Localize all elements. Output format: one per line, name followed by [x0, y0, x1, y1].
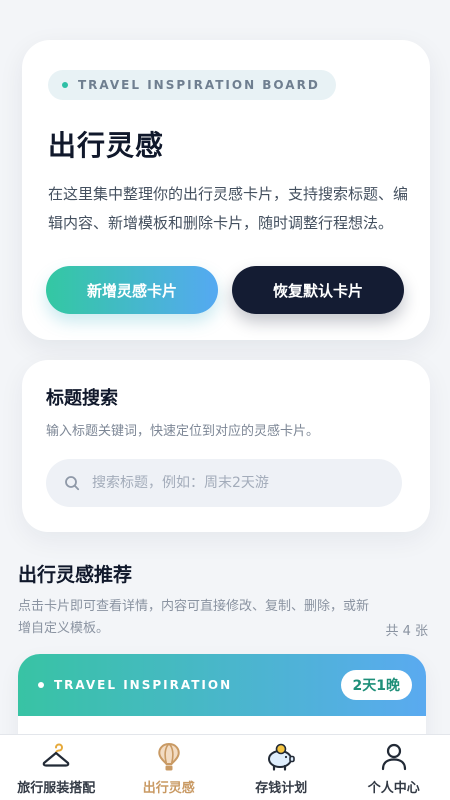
label-dot-icon [38, 682, 44, 688]
main-scroll-area[interactable]: TRAVEL INSPIRATION BOARD 出行灵感 在这里集中整理你的出… [0, 0, 450, 735]
inspiration-card-label-text: TRAVEL INSPIRATION [54, 678, 233, 692]
tab-savings[interactable]: 存钱计划 [225, 735, 338, 800]
search-input[interactable] [92, 475, 382, 491]
pill-dot-icon [62, 82, 68, 88]
page-title: 出行灵感 [48, 129, 165, 162]
search-card: 标题搜索 输入标题关键词，快速定位到对应的灵感卡片。 [22, 360, 430, 532]
tab-savings-label: 存钱计划 [255, 781, 308, 796]
search-section-description: 输入标题关键词，快速定位到对应的灵感卡片。 [46, 424, 320, 439]
recommend-description: 点击卡片即可查看详情，内容可直接修改、复制、删除，或新增自定义模板。 [18, 599, 370, 636]
tab-outfit-label: 旅行服装搭配 [17, 781, 96, 796]
hot-air-balloon-icon [158, 742, 180, 771]
reset-default-button[interactable]: 恢复默认卡片 [232, 266, 404, 314]
hero-description: 在这里集中整理你的出行灵感卡片，支持搜索标题、编辑内容、新增模板和删除卡片，随时… [48, 185, 409, 232]
recommend-title: 出行灵感推荐 [18, 564, 133, 586]
inspiration-card-header: TRAVEL INSPIRATION 2天1晚 [18, 654, 426, 716]
inspiration-card-label: TRAVEL INSPIRATION [38, 678, 232, 692]
search-section-title: 标题搜索 [46, 388, 118, 409]
bottom-tab-bar: 旅行服装搭配 出行灵感 存钱计划 个人中心 [0, 734, 450, 800]
add-card-button[interactable]: 新增灵感卡片 [46, 266, 218, 314]
tab-inspiration[interactable]: 出行灵感 [113, 735, 226, 800]
card-count: 共 4 张 [385, 624, 428, 639]
piggy-bank-icon [268, 743, 296, 771]
search-icon [65, 476, 80, 491]
tab-outfit[interactable]: 旅行服装搭配 [0, 735, 113, 800]
duration-badge: 2天1晚 [340, 670, 412, 700]
hero-pill: TRAVEL INSPIRATION BOARD [48, 70, 336, 100]
hero-pill-label: TRAVEL INSPIRATION BOARD [78, 78, 320, 92]
tab-profile[interactable]: 个人中心 [338, 735, 450, 800]
user-icon [381, 743, 406, 771]
hero-actions: 新增灵感卡片 恢复默认卡片 [46, 266, 404, 314]
hanger-icon [42, 743, 70, 767]
tab-inspiration-label: 出行灵感 [142, 781, 195, 796]
inspiration-card[interactable]: TRAVEL INSPIRATION 2天1晚 [18, 654, 426, 735]
hero-card: TRAVEL INSPIRATION BOARD 出行灵感 在这里集中整理你的出… [22, 40, 430, 340]
search-box[interactable] [46, 459, 402, 507]
tab-profile-label: 个人中心 [367, 781, 420, 796]
